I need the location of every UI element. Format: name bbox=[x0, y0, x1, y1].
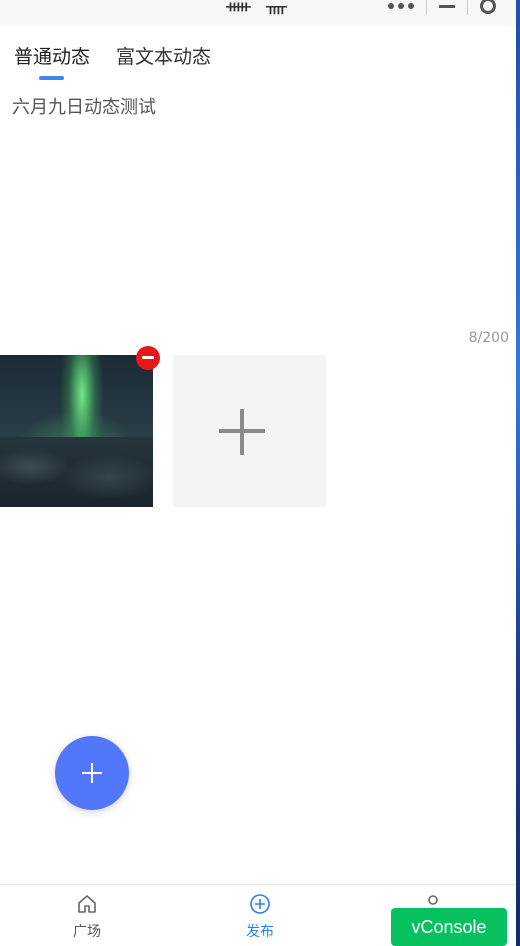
status-glyph-left: ᚔ bbox=[226, 0, 251, 17]
add-circle-icon bbox=[250, 894, 270, 914]
capsule-divider bbox=[426, 0, 427, 15]
tab-rich-text-post[interactable]: 富文本动态 bbox=[116, 42, 211, 69]
capsule-divider bbox=[467, 0, 468, 15]
mini-program-capsule bbox=[382, 0, 502, 18]
app-screen: ᚔ ᚄ 普通动态 富文本动态 六月九日动态测试 8/200 广场 发布 vCon… bbox=[0, 0, 516, 946]
nav-label-publish: 发布 bbox=[246, 924, 274, 940]
add-image-button[interactable] bbox=[173, 355, 326, 507]
minimize-icon[interactable] bbox=[439, 4, 455, 8]
status-glyph-mid: ᚄ bbox=[266, 0, 287, 17]
more-icon[interactable] bbox=[388, 3, 414, 9]
home-icon bbox=[78, 895, 96, 913]
char-counter: 8/200 bbox=[468, 330, 509, 346]
vconsole-button[interactable]: vConsole bbox=[391, 908, 507, 946]
nav-item-publish[interactable]: 发布 bbox=[210, 885, 310, 946]
nav-item-square[interactable]: 广场 bbox=[37, 885, 137, 946]
remove-image-button[interactable] bbox=[136, 346, 160, 370]
floating-add-button[interactable] bbox=[55, 736, 129, 810]
post-content-input[interactable]: 六月九日动态测试 bbox=[12, 96, 502, 326]
nav-label-square: 广场 bbox=[73, 924, 101, 940]
active-tab-indicator bbox=[39, 76, 64, 80]
uploaded-image-thumbnail[interactable] bbox=[0, 355, 153, 507]
aurora-photo bbox=[0, 437, 153, 507]
tab-normal-post[interactable]: 普通动态 bbox=[14, 42, 90, 69]
desktop-background bbox=[516, 0, 520, 946]
post-type-tabs: 普通动态 富文本动态 bbox=[0, 26, 516, 82]
status-bar: ᚔ ᚄ bbox=[0, 0, 516, 26]
close-icon[interactable] bbox=[480, 0, 496, 14]
